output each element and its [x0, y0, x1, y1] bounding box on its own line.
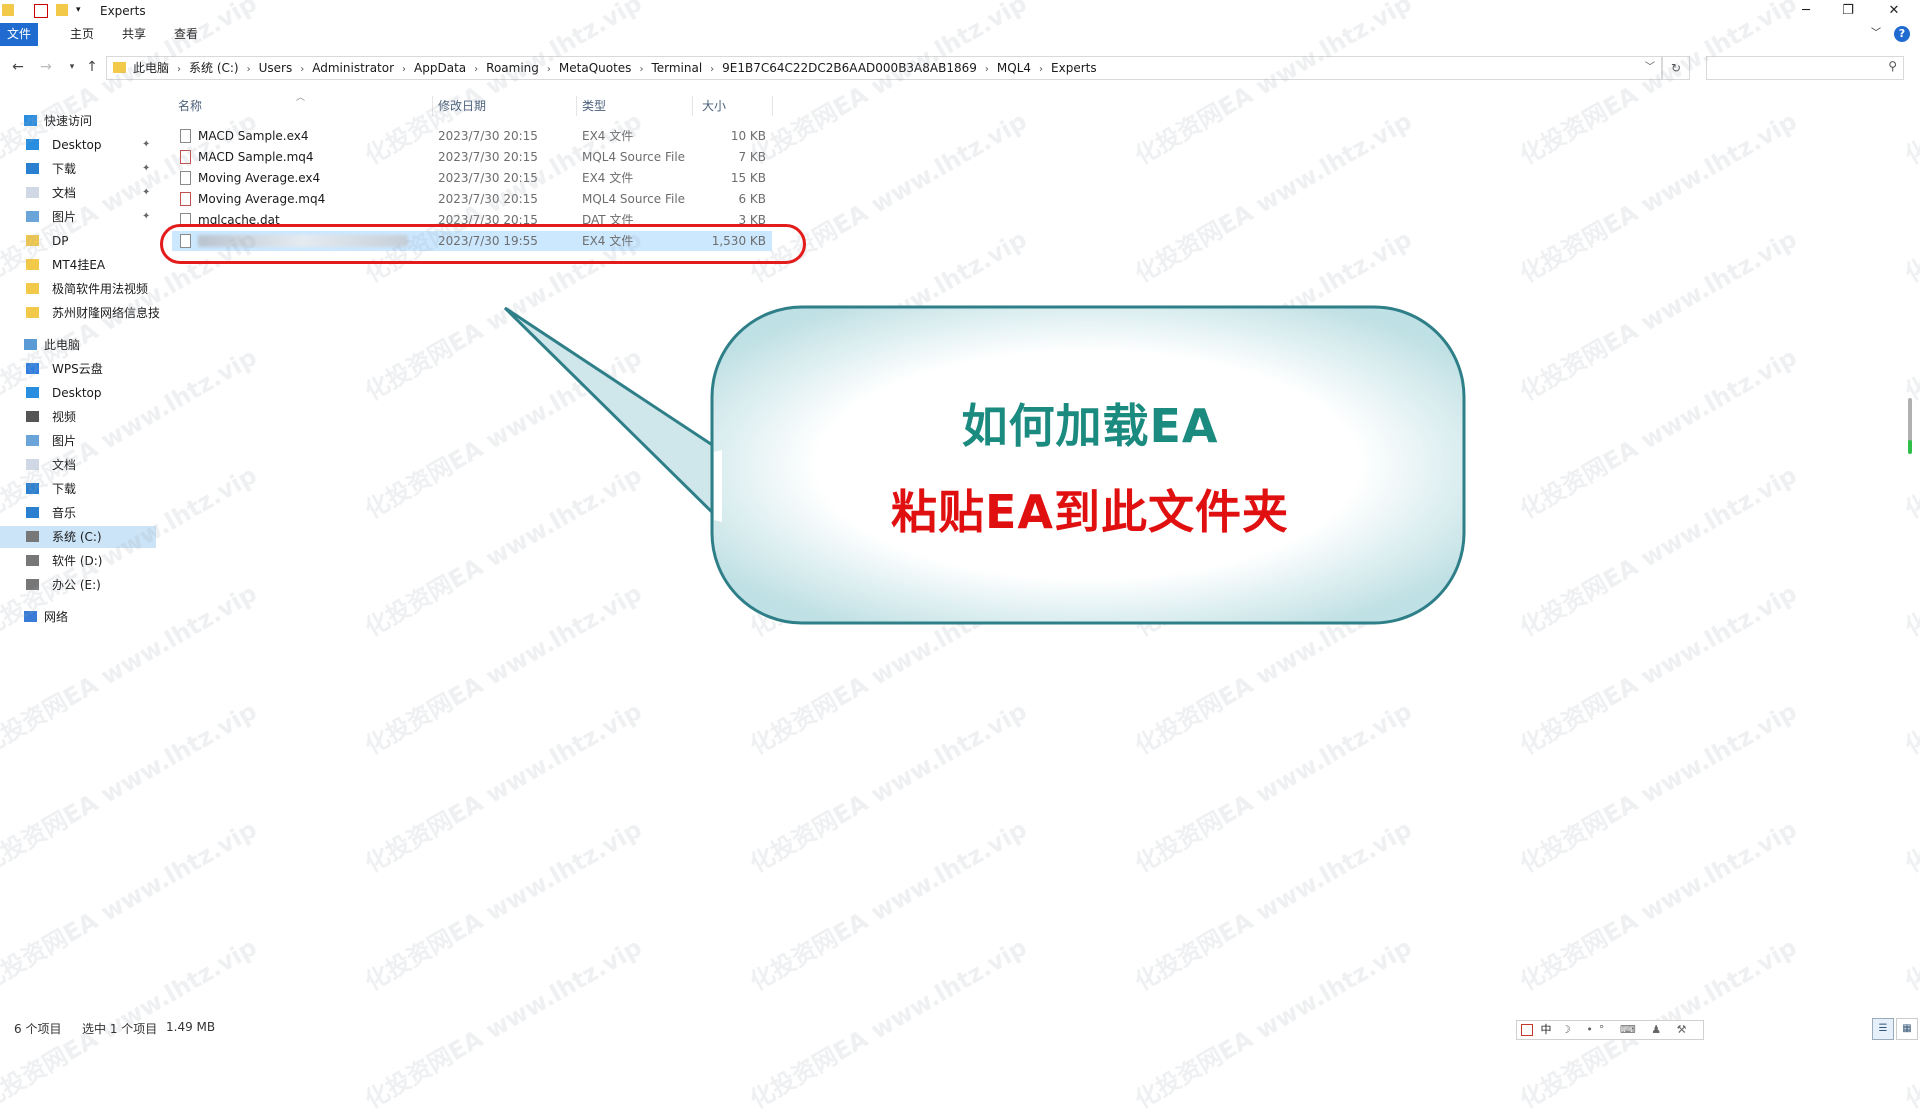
- selection-size: 1.49 MB: [166, 1020, 216, 1034]
- details-view-button[interactable]: ☰: [1872, 1018, 1894, 1040]
- ime-tools-icons: ☽ •° ⌨ ♟ ⚒: [1561, 1023, 1693, 1036]
- callout-title: 如何加载EA: [961, 399, 1219, 453]
- speech-bubble-body: [710, 305, 1466, 625]
- speech-bubble-tail: [503, 306, 722, 524]
- ime-logo-icon: [1521, 1024, 1533, 1036]
- scroll-indicator-accent: [1908, 440, 1912, 454]
- ime-toolbar[interactable]: 中 ☽ •° ⌨ ♟ ⚒: [1516, 1020, 1704, 1040]
- ime-mode[interactable]: 中: [1541, 1023, 1552, 1036]
- item-count: 6 个项目: [14, 1022, 62, 1036]
- callout-subtitle: 粘贴EA到此文件夹: [890, 485, 1290, 539]
- selection-count: 选中 1 个项目: [82, 1022, 158, 1036]
- large-icons-view-button[interactable]: ▦: [1896, 1018, 1918, 1040]
